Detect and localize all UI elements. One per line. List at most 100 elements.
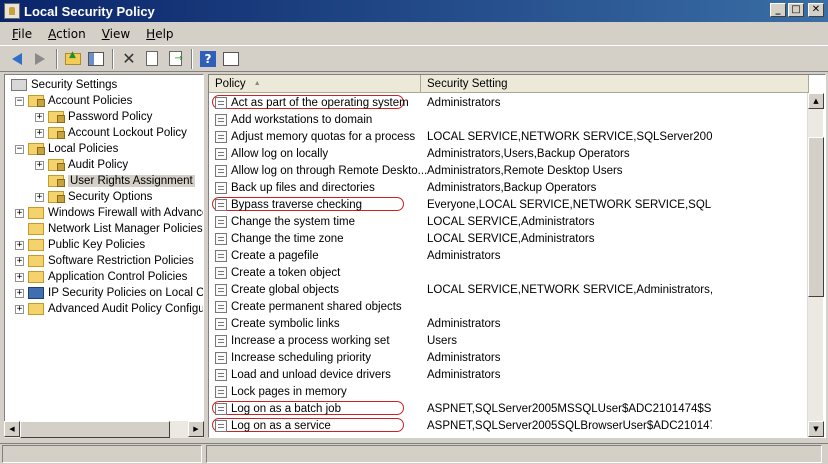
expand-icon[interactable]: + — [35, 112, 44, 122]
column-header-security-setting[interactable]: Security Setting — [421, 75, 809, 93]
policy-cell: Act as part of the operating system — [215, 96, 409, 109]
policy-name: Change the time zone — [231, 232, 344, 245]
console-tree[interactable]: Security Settings − Account Policies + Passw… — [4, 74, 204, 438]
policy-row[interactable]: Create symbolic links Administrators — [209, 315, 809, 332]
show-hide-tree-icon[interactable] — [85, 48, 107, 70]
forward-arrow-icon[interactable] — [29, 48, 51, 70]
toolbar: ✕ ? — [0, 45, 828, 72]
help-icon[interactable]: ? — [197, 48, 219, 70]
back-arrow-icon[interactable] — [6, 48, 28, 70]
tree-item[interactable]: + Public Key Policies — [15, 237, 145, 253]
tree-item[interactable]: − Local Policies — [15, 141, 118, 157]
scroll-up-button[interactable]: ▲ — [808, 93, 824, 109]
policy-icon — [215, 402, 227, 415]
policy-row[interactable]: Allow log on locally Administrators,Users… — [209, 145, 809, 162]
up-folder-icon[interactable] — [62, 48, 84, 70]
tree-item-label: Account Lockout Policy — [68, 127, 187, 139]
title-bar[interactable]: Local Security Policy _ □ ✕ — [0, 0, 828, 22]
maximize-button[interactable]: □ — [788, 3, 804, 17]
expand-icon[interactable]: + — [35, 128, 44, 138]
policy-row[interactable]: Change the time zone LOCAL SERVICE,Admini… — [209, 230, 809, 247]
policy-row[interactable]: Increase scheduling priority Administrato… — [209, 349, 809, 366]
tree-item[interactable]: − Account Policies — [15, 93, 132, 109]
tree-item[interactable]: + Windows Firewall with Advanced — [15, 205, 203, 221]
tree-item[interactable]: + Application Control Policies — [15, 269, 187, 285]
policy-row[interactable]: Adjust memory quotas for a process LOCAL … — [209, 128, 809, 145]
policy-icon — [215, 283, 227, 296]
expand-icon[interactable]: + — [35, 160, 44, 170]
menu-help[interactable]: Help — [138, 25, 181, 43]
export-list-icon[interactable] — [164, 48, 186, 70]
tree-item-label: Software Restriction Policies — [48, 255, 194, 267]
policy-row[interactable]: Add workstations to domain — [209, 111, 809, 128]
column-header-policy[interactable]: Policy ▲ — [209, 75, 421, 93]
security-policy-app-icon[interactable] — [4, 3, 20, 19]
tree-item[interactable]: + Advanced Audit Policy Configura — [15, 301, 203, 317]
policy-row[interactable]: Create a token object — [209, 264, 809, 281]
policy-row[interactable]: Back up files and directories Administrat… — [209, 179, 809, 196]
tree-item[interactable]: + Software Restriction Policies — [15, 253, 194, 269]
policy-row[interactable]: Create a pagefile Administrators — [209, 247, 809, 264]
show-action-pane-icon[interactable] — [220, 48, 242, 70]
policy-row[interactable]: Bypass traverse checking Everyone,LOCAL S… — [209, 196, 809, 213]
policy-row[interactable]: Log on as a batch job ASPNET,SQLServer200… — [209, 400, 809, 417]
tree-item[interactable]: Security Settings — [11, 77, 117, 93]
policy-icon — [215, 385, 227, 398]
menu-file[interactable]: File — [4, 25, 40, 43]
policy-icon — [215, 368, 227, 381]
properties-icon[interactable] — [141, 48, 163, 70]
policy-list[interactable]: Policy ▲ Security Setting Act as part of… — [208, 74, 826, 438]
menu-bar: File Action View Help — [0, 23, 828, 44]
scroll-down-button[interactable]: ▼ — [808, 421, 824, 437]
collapse-icon[interactable]: − — [15, 144, 24, 154]
expand-icon[interactable]: + — [15, 208, 24, 218]
policy-cell: Create a pagefile — [215, 249, 319, 262]
policy-row[interactable]: Load and unload device drivers Administra… — [209, 366, 809, 383]
policy-name: Change the system time — [231, 215, 356, 228]
expand-icon[interactable]: + — [15, 256, 24, 266]
list-vertical-scrollbar[interactable]: ▲ ▼ — [807, 93, 824, 437]
security-setting-cell: LOCAL SERVICE,NETWORK SERVICE,SQLServer2… — [427, 130, 712, 143]
tree-item[interactable]: Network List Manager Policies — [15, 221, 203, 237]
expand-icon[interactable]: + — [35, 192, 44, 202]
delete-icon[interactable]: ✕ — [118, 48, 140, 70]
minimize-button[interactable]: _ — [770, 3, 786, 17]
policy-cell: Bypass traverse checking — [215, 198, 362, 211]
policy-row[interactable]: Lock pages in memory — [209, 383, 809, 400]
policy-row[interactable]: Allow log on through Remote Deskto... Adm… — [209, 162, 809, 179]
menu-action[interactable]: Action — [40, 25, 94, 43]
policy-icon — [215, 130, 227, 143]
policy-row[interactable]: Log on as a service ASPNET,SQLServer2005S… — [209, 417, 809, 434]
policy-row[interactable]: Increase a process working set Users — [209, 332, 809, 349]
scroll-right-button[interactable]: ▶ — [188, 421, 204, 437]
policy-icon — [215, 300, 227, 313]
policy-row[interactable]: Change the system time LOCAL SERVICE,Admi… — [209, 213, 809, 230]
expand-icon[interactable]: + — [15, 240, 24, 250]
close-button[interactable]: ✕ — [808, 3, 824, 17]
policy-row[interactable]: Manage auditing and security log Administ… — [209, 434, 809, 438]
collapse-icon[interactable]: − — [15, 96, 24, 106]
tree-item[interactable]: + IP Security Policies on Local Com — [15, 285, 203, 301]
folder-icon — [28, 303, 44, 315]
tree-item[interactable]: + Audit Policy — [35, 157, 128, 173]
expand-icon[interactable]: + — [15, 288, 24, 298]
policy-row[interactable]: Create permanent shared objects — [209, 298, 809, 315]
policy-icon — [215, 249, 227, 262]
toolbar-separator — [191, 48, 193, 69]
security-setting-cell: Administrators — [427, 368, 501, 381]
tree-item[interactable]: + Account Lockout Policy — [35, 125, 187, 141]
menu-view[interactable]: View — [94, 25, 138, 43]
expand-icon[interactable]: + — [15, 304, 24, 314]
policy-row[interactable]: Create global objects LOCAL SERVICE,NETWO… — [209, 281, 809, 298]
security-setting-cell: Administrators — [427, 437, 712, 438]
policy-row[interactable]: Act as part of the operating system Admin… — [209, 94, 809, 111]
policy-icon — [215, 181, 227, 194]
scroll-thumb[interactable] — [808, 137, 824, 297]
tree-horizontal-scrollbar[interactable]: ◀ ▶ — [4, 421, 204, 438]
tree-item[interactable]: User Rights Assignment — [35, 173, 195, 189]
scroll-left-button[interactable]: ◀ — [4, 421, 20, 437]
tree-item[interactable]: + Security Options — [35, 189, 152, 205]
tree-item[interactable]: + Password Policy — [35, 109, 152, 125]
scroll-thumb[interactable] — [20, 421, 170, 438]
expand-icon[interactable]: + — [15, 272, 24, 282]
